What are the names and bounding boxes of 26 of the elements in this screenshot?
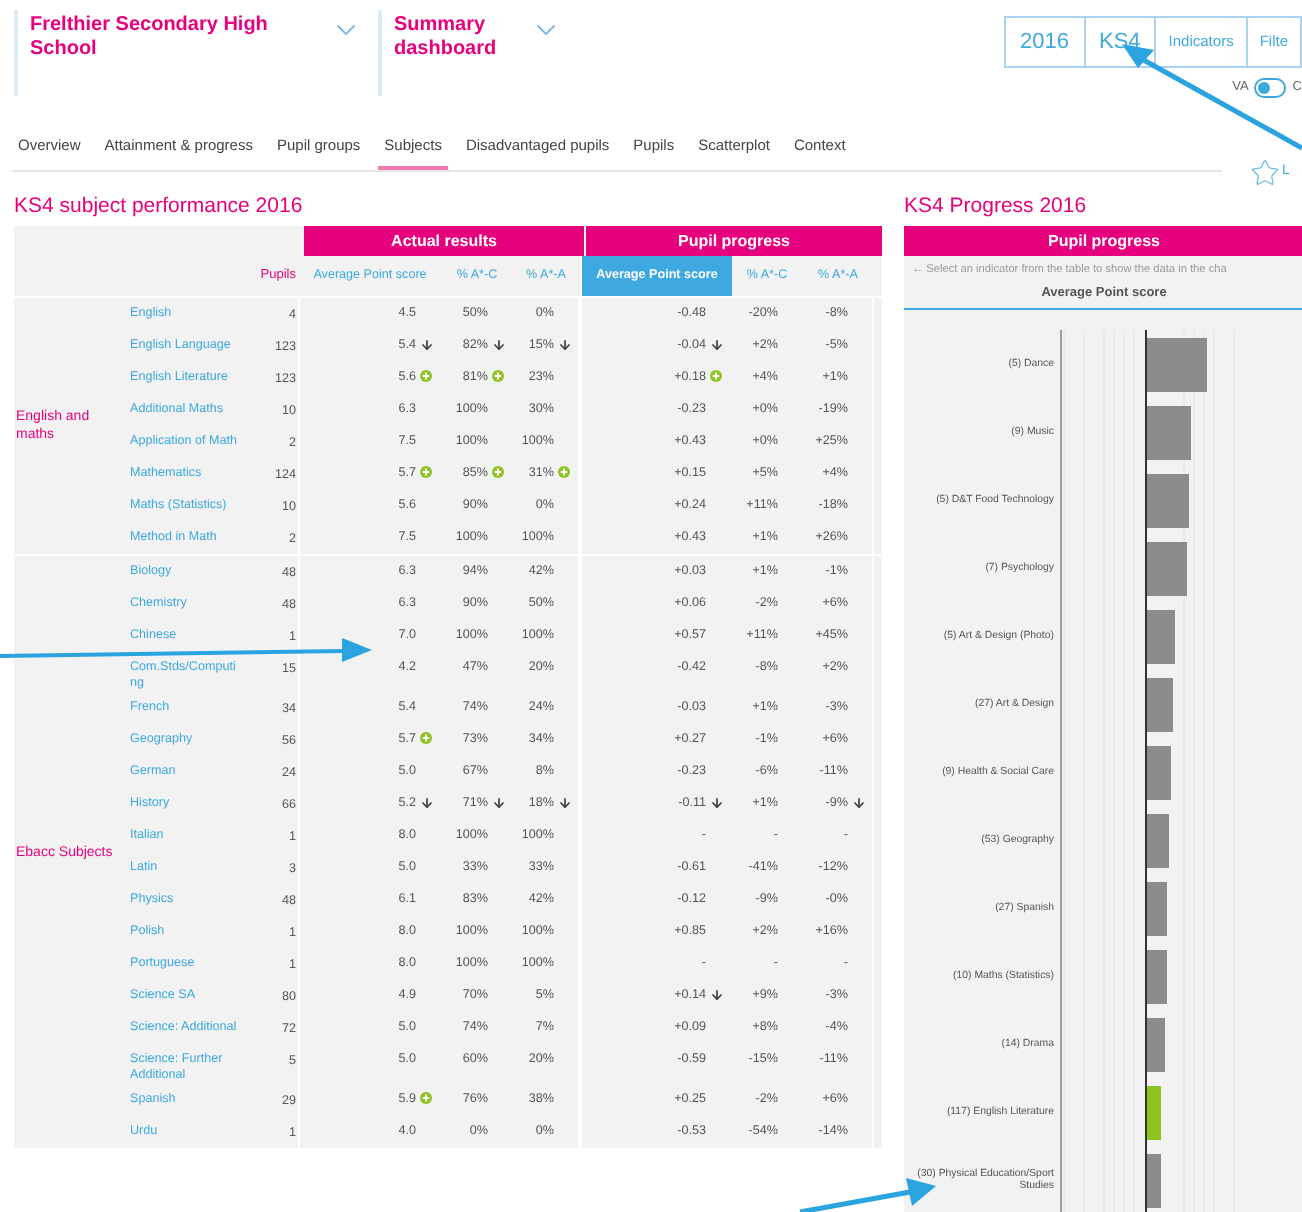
section-title: KS4 Progress 2016 — [904, 192, 1089, 222]
panel-header: Pupil progress — [904, 226, 1302, 256]
chart-bar[interactable] — [1147, 678, 1173, 732]
chart-bar[interactable] — [1147, 542, 1187, 596]
chart-bar[interactable] — [1147, 338, 1207, 392]
chart-bar[interactable] — [1147, 406, 1191, 460]
chart-bar[interactable] — [1147, 474, 1189, 528]
column-group-header: Pupil progress — [586, 226, 882, 256]
view-name: Summary dashboard — [394, 14, 499, 64]
toolbar-button[interactable]: 2016 — [1006, 18, 1083, 66]
chart-bar[interactable] — [1147, 1018, 1165, 1072]
chart-bar[interactable] — [1147, 1086, 1161, 1140]
chart-bar[interactable] — [1147, 950, 1167, 1004]
chart-bar[interactable] — [1147, 746, 1171, 800]
chart-bar[interactable] — [1147, 814, 1169, 868]
school-name: Frelthier Secondary High School — [30, 14, 270, 64]
section-title: KS4 subject performance 2016 — [14, 192, 305, 222]
annotation-arrow — [799, 1178, 936, 1212]
school-dropdown[interactable]: Frelthier Secondary High School — [14, 10, 366, 96]
view-dropdown[interactable]: Summary dashboard — [378, 10, 562, 96]
chart-bar[interactable] — [1147, 610, 1175, 664]
chart-bar[interactable] — [1147, 1154, 1161, 1208]
column-group-header: Actual results — [304, 226, 586, 256]
star-icon[interactable] — [1250, 158, 1280, 188]
toggle-switch[interactable] — [1254, 78, 1287, 98]
chart-bar[interactable] — [1147, 882, 1167, 936]
